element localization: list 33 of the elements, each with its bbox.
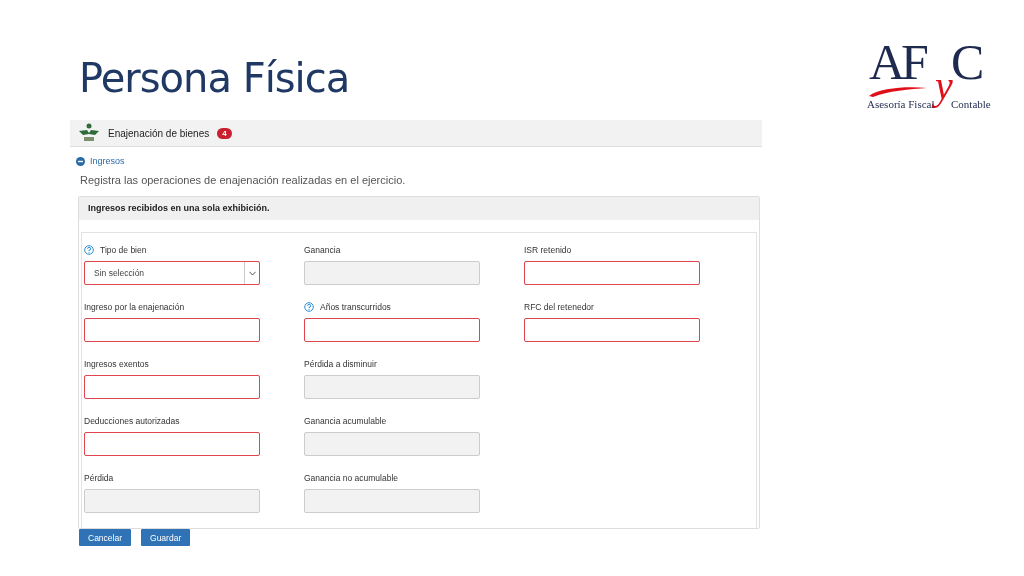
- field-label: Años transcurridos: [320, 301, 391, 312]
- field-label: Deducciones autorizadas: [84, 415, 180, 426]
- help-icon[interactable]: [304, 301, 314, 312]
- input-field[interactable]: [524, 318, 700, 342]
- field-label: Pérdida a disminuir: [304, 358, 377, 369]
- slide-title: Persona Física: [79, 58, 350, 98]
- input-field[interactable]: [304, 318, 480, 342]
- field-label: ISR retenido: [524, 244, 572, 255]
- field-label: Ganancia: [304, 244, 341, 255]
- collapse-icon[interactable]: [76, 156, 85, 166]
- help-icon[interactable]: [84, 244, 94, 255]
- caret-icon: [248, 270, 256, 276]
- logo-tagline: Contable: [951, 98, 991, 110]
- field-label: Tipo de bien: [100, 244, 147, 255]
- count-badge: 4: [217, 127, 232, 139]
- input-field[interactable]: [524, 261, 700, 285]
- input-field[interactable]: [84, 318, 260, 342]
- field-label: Ganancia acumulable: [304, 415, 387, 426]
- field-label: Pérdida: [84, 472, 114, 483]
- section-title: Enajenación de bienes: [108, 127, 210, 139]
- description-text: Registra las operaciones de enajenación realizadas en el ejercicio.: [80, 174, 407, 186]
- logo-letters: AF: [869, 40, 925, 84]
- input-field[interactable]: [84, 432, 260, 456]
- field-label: Ganancia no acumulable: [304, 472, 399, 483]
- action-button[interactable]: Cancelar: [79, 529, 132, 546]
- action-button[interactable]: Guardar: [141, 529, 191, 546]
- panel-header: Ingresos recibidos en una sola exhibición.: [79, 197, 759, 220]
- field-label: Ingreso por la enajenación: [84, 301, 185, 312]
- dropdown[interactable]: Sin selección: [84, 261, 260, 285]
- field-label: Ingresos exentos: [84, 358, 149, 369]
- input-field[interactable]: [84, 375, 260, 399]
- field-label: RFC del retenedor: [524, 301, 594, 312]
- section-toggle[interactable]: Ingresos: [90, 156, 125, 166]
